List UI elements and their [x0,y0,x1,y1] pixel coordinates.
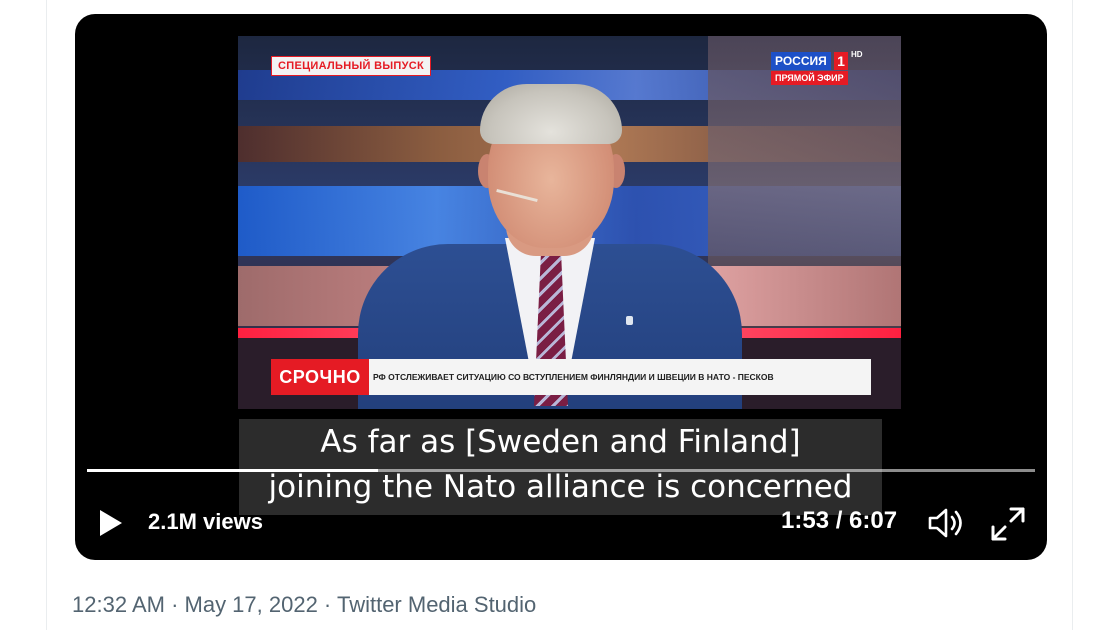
channel-name: РОССИЯ [771,52,831,70]
fullscreen-icon [991,507,1025,541]
channel-logo: РОССИЯ 1 HD ПРЯМОЙ ЭФИР [771,50,871,88]
play-button[interactable] [97,508,125,538]
video-frame[interactable]: СПЕЦИАЛЬНЫЙ ВЫПУСК РОССИЯ 1 HD ПРЯМОЙ ЭФ… [238,36,901,409]
fullscreen-button[interactable] [989,505,1027,543]
breaking-ticker: РФ ОТСЛЕЖИВАЕТ СИТУАЦИЮ СО ВСТУПЛЕНИЕМ Ф… [369,359,871,395]
video-player[interactable]: СПЕЦИАЛЬНЫЙ ВЫПУСК РОССИЯ 1 HD ПРЯМОЙ ЭФ… [75,14,1047,560]
breaking-label: СРОЧНО [271,359,369,395]
tweet-right-border [1072,0,1073,630]
live-badge: ПРЯМОЙ ЭФИР [771,71,848,85]
tweet-timestamp-source: 12:32 AM · May 17, 2022 · Twitter Media … [72,592,537,617]
tweet-left-border [46,0,47,630]
breaking-news-bar: СРОЧНО РФ ОТСЛЕЖИВАЕТ СИТУАЦИЮ СО ВСТУПЛ… [271,359,871,395]
view-count: 2.1M views [148,509,263,534]
time-display: 1:53 / 6:07 [781,507,898,534]
subtitle-line: joining the Nato alliance is concerned [268,469,853,505]
presenter [350,66,750,409]
volume-button[interactable] [927,506,967,540]
lapel-pin [626,316,633,325]
special-edition-tag: СПЕЦИАЛЬНЫЙ ВЫПУСК [271,56,432,76]
volume-icon [928,508,962,538]
subtitle-line: As far as [Sweden and Finland] [320,424,801,460]
presenter-hair [480,84,622,144]
play-icon [100,510,122,536]
channel-number: 1 [834,52,848,70]
channel-hd: HD [851,50,863,59]
